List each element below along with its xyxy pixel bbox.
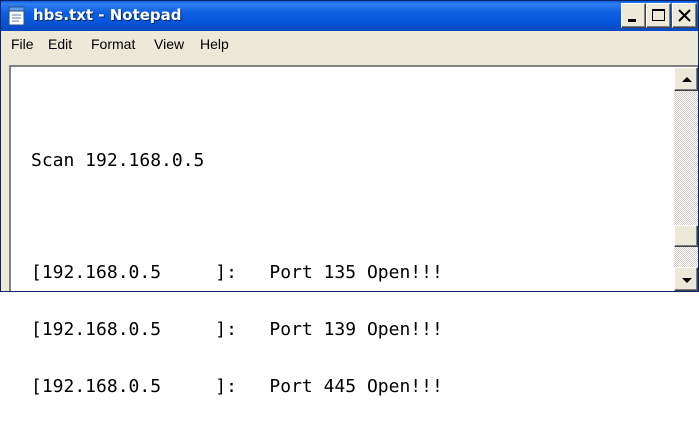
menu-edit[interactable]: Edit — [48, 36, 72, 52]
vertical-scrollbar[interactable] — [674, 67, 698, 291]
minimize-icon — [628, 19, 636, 22]
window-title: hbs.txt - Notepad — [33, 6, 182, 24]
scroll-down-button[interactable] — [674, 267, 698, 291]
menu-bar: File Edit Format View Help — [1, 31, 698, 57]
text-line: [192.168.0.5 ]: Port 139 Open!!! — [31, 319, 443, 340]
title-bar[interactable]: hbs.txt - Notepad — [1, 1, 698, 31]
scroll-thumb[interactable] — [674, 225, 698, 247]
close-icon — [678, 9, 691, 22]
maximize-button[interactable] — [646, 3, 671, 28]
menu-view[interactable]: View — [154, 36, 184, 52]
notepad-icon[interactable] — [7, 6, 27, 26]
text-line — [31, 208, 443, 225]
arrow-down-icon — [682, 278, 692, 283]
text-line: Scan 192.168.0.5 — [31, 150, 205, 171]
arrow-up-icon — [682, 77, 692, 82]
scroll-up-button[interactable] — [674, 67, 698, 91]
close-button[interactable] — [672, 3, 697, 28]
menu-help[interactable]: Help — [200, 36, 229, 52]
minimize-button[interactable] — [621, 3, 646, 28]
maximize-icon — [652, 9, 665, 21]
text-editor[interactable]: Scan 192.168.0.5 [192.168.0.5 ]: Port 13… — [9, 65, 698, 396]
menu-file[interactable]: File — [11, 36, 34, 52]
notepad-window: hbs.txt - Notepad File Edit Format View … — [0, 0, 699, 396]
menu-format[interactable]: Format — [91, 36, 135, 52]
text-line: [192.168.0.5 ]: Port 135 Open!!! — [31, 262, 443, 283]
text-line: [192.168.0.5 ]: Port 445 Open!!! — [31, 376, 443, 397]
document-text[interactable]: Scan 192.168.0.5 [192.168.0.5 ]: Port 13… — [31, 113, 443, 434]
